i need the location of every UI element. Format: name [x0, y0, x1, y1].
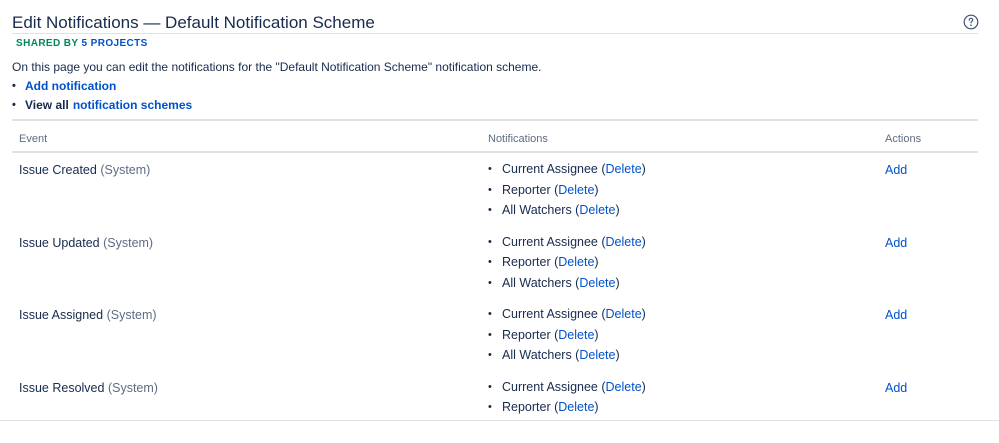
- event-type: (System): [107, 308, 157, 322]
- shared-by-label: SHARED BY: [16, 38, 78, 49]
- delete-notification-link[interactable]: Delete: [606, 307, 642, 322]
- operation-item: • Add notification: [12, 76, 192, 95]
- event-cell: Issue Assigned (System): [19, 308, 157, 322]
- event-type: (System): [108, 381, 158, 395]
- notification-recipient: Reporter: [502, 255, 551, 270]
- notifications-table: Event Notifications Actions Issue Create…: [12, 119, 978, 443]
- delete-notification-link[interactable]: Delete: [606, 380, 642, 395]
- title-divider: [12, 33, 978, 34]
- notification-item: •Reporter (Delete): [488, 183, 646, 204]
- shared-projects-link[interactable]: 5 PROJECTS: [82, 38, 148, 49]
- bullet: •: [488, 162, 502, 177]
- event-name: Issue Assigned: [19, 308, 103, 322]
- delete-notification-link[interactable]: Delete: [606, 162, 642, 177]
- event-name: Issue Created: [19, 163, 97, 177]
- notification-list: •Current Assignee (Delete)•Reporter (Del…: [488, 162, 646, 224]
- page-description: On this page you can edit the notificati…: [12, 60, 541, 74]
- bullet: •: [488, 328, 502, 343]
- bullet: •: [488, 235, 502, 250]
- event-cell: Issue Created (System): [19, 163, 150, 177]
- operations-list: • Add notification • View all notificati…: [12, 76, 192, 114]
- notification-recipient: Current Assignee: [502, 235, 598, 250]
- notification-item: •Current Assignee (Delete): [488, 380, 646, 401]
- table-row: Issue Created (System) •Current Assignee …: [12, 153, 978, 226]
- notification-recipient: Reporter: [502, 183, 551, 198]
- delete-notification-link[interactable]: Delete: [579, 276, 615, 291]
- notification-item: •All Watchers (Delete): [488, 348, 646, 369]
- delete-notification-link[interactable]: Delete: [579, 203, 615, 218]
- bullet: •: [488, 307, 502, 322]
- bullet: •: [488, 183, 502, 198]
- header-actions: Actions: [885, 133, 921, 145]
- shared-by-badge: SHARED BY 5 PROJECTS: [16, 38, 148, 49]
- notification-list: •Current Assignee (Delete)•Reporter (Del…: [488, 307, 646, 369]
- notification-item: •Current Assignee (Delete): [488, 307, 646, 328]
- event-cell: Issue Updated (System): [19, 236, 153, 250]
- notification-item: •Reporter (Delete): [488, 328, 646, 349]
- notification-recipient: Reporter: [502, 328, 551, 343]
- notification-recipient: Reporter: [502, 400, 551, 415]
- bullet: •: [488, 276, 502, 291]
- notification-list: •Current Assignee (Delete)•Reporter (Del…: [488, 235, 646, 297]
- notification-recipient: Current Assignee: [502, 380, 598, 395]
- notification-recipient: Current Assignee: [502, 162, 598, 177]
- event-name: Issue Updated: [19, 236, 100, 250]
- delete-notification-link[interactable]: Delete: [558, 183, 594, 198]
- bullet: •: [488, 380, 502, 395]
- delete-notification-link[interactable]: Delete: [579, 348, 615, 363]
- page-title: Edit Notifications — Default Notificatio…: [12, 13, 375, 33]
- notification-item: •Reporter (Delete): [488, 400, 646, 421]
- event-type: (System): [100, 163, 150, 177]
- delete-notification-link[interactable]: Delete: [606, 235, 642, 250]
- add-notification-action[interactable]: Add: [885, 308, 907, 322]
- header-notifications: Notifications: [488, 133, 548, 145]
- table-body: Issue Created (System) •Current Assignee …: [12, 153, 978, 443]
- notification-recipient: All Watchers: [502, 276, 572, 291]
- operation-item: • View all notification schemes: [12, 95, 192, 114]
- help-circle-icon[interactable]: [963, 14, 979, 30]
- notification-item: •All Watchers (Delete): [488, 203, 646, 224]
- bottom-divider: [0, 420, 999, 421]
- add-notification-link[interactable]: Add notification: [25, 79, 116, 93]
- notification-recipient: Current Assignee: [502, 307, 598, 322]
- delete-notification-link[interactable]: Delete: [558, 328, 594, 343]
- notification-item: •Reporter (Delete): [488, 255, 646, 276]
- notification-item: •All Watchers (Delete): [488, 276, 646, 297]
- table-row: Issue Resolved (System) •Current Assignee…: [12, 371, 978, 443]
- header-event: Event: [19, 133, 47, 145]
- table-header: Event Notifications Actions: [12, 121, 978, 153]
- notification-schemes-link[interactable]: notification schemes: [73, 98, 192, 112]
- event-name: Issue Resolved: [19, 381, 104, 395]
- bullet: •: [488, 255, 502, 270]
- table-row: Issue Updated (System) •Current Assignee …: [12, 226, 978, 299]
- table-row: Issue Assigned (System)•Current Assignee…: [12, 298, 978, 371]
- event-type: (System): [103, 236, 153, 250]
- view-all-label: View all: [25, 98, 69, 112]
- add-notification-action[interactable]: Add: [885, 236, 907, 250]
- bullet: •: [488, 203, 502, 218]
- delete-notification-link[interactable]: Delete: [558, 255, 594, 270]
- add-notification-action[interactable]: Add: [885, 381, 907, 395]
- event-cell: Issue Resolved (System): [19, 381, 158, 395]
- delete-notification-link[interactable]: Delete: [558, 400, 594, 415]
- notification-list: •Current Assignee (Delete)•Reporter (Del…: [488, 380, 646, 421]
- bullet: •: [488, 348, 502, 363]
- notification-item: •Current Assignee (Delete): [488, 235, 646, 256]
- bullet: •: [488, 400, 502, 415]
- add-notification-action[interactable]: Add: [885, 163, 907, 177]
- notification-item: •Current Assignee (Delete): [488, 162, 646, 183]
- notification-recipient: All Watchers: [502, 203, 572, 218]
- notification-recipient: All Watchers: [502, 348, 572, 363]
